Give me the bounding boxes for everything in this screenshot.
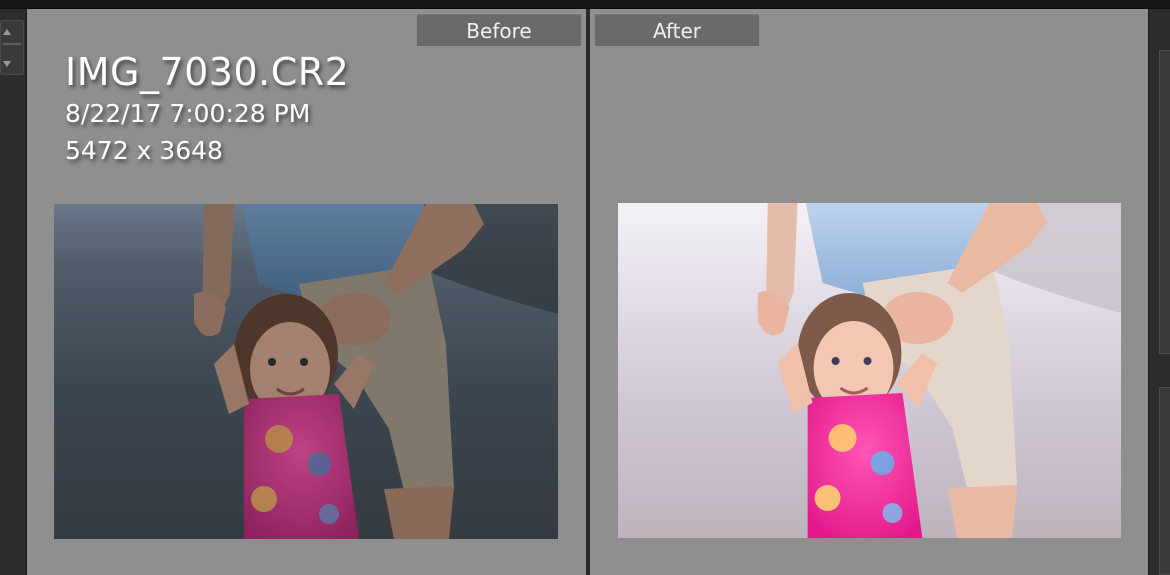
image-filename: IMG_7030.CR2 xyxy=(65,50,350,94)
after-photo[interactable] xyxy=(618,203,1121,538)
chevron-down-icon[interactable] xyxy=(3,61,11,67)
before-panel: Before IMG_7030.CR2 8/22/17 7:00:28 PM 5… xyxy=(27,9,586,575)
photo-after-image xyxy=(618,203,1121,538)
after-panel: After xyxy=(590,9,1148,575)
before-photo[interactable] xyxy=(54,204,558,539)
right-panel-track[interactable] xyxy=(1159,50,1170,354)
photo-before-image xyxy=(54,204,558,539)
right-panel-track-lower[interactable] xyxy=(1159,387,1170,575)
image-dimensions: 5472 x 3648 xyxy=(65,136,223,165)
image-info-overlay: IMG_7030.CR2 8/22/17 7:00:28 PM 5472 x 3… xyxy=(65,49,349,169)
before-label: Before xyxy=(417,14,581,46)
left-panel-collapsed xyxy=(0,9,27,575)
scroll-grip xyxy=(3,43,21,45)
chevron-up-icon[interactable] xyxy=(3,29,11,35)
after-label: After xyxy=(595,14,759,46)
right-panel-collapsed xyxy=(1148,9,1170,575)
image-datetime: 8/22/17 7:00:28 PM xyxy=(65,99,311,128)
left-panel-scroller[interactable] xyxy=(0,20,24,75)
top-toolbar xyxy=(0,0,1170,9)
